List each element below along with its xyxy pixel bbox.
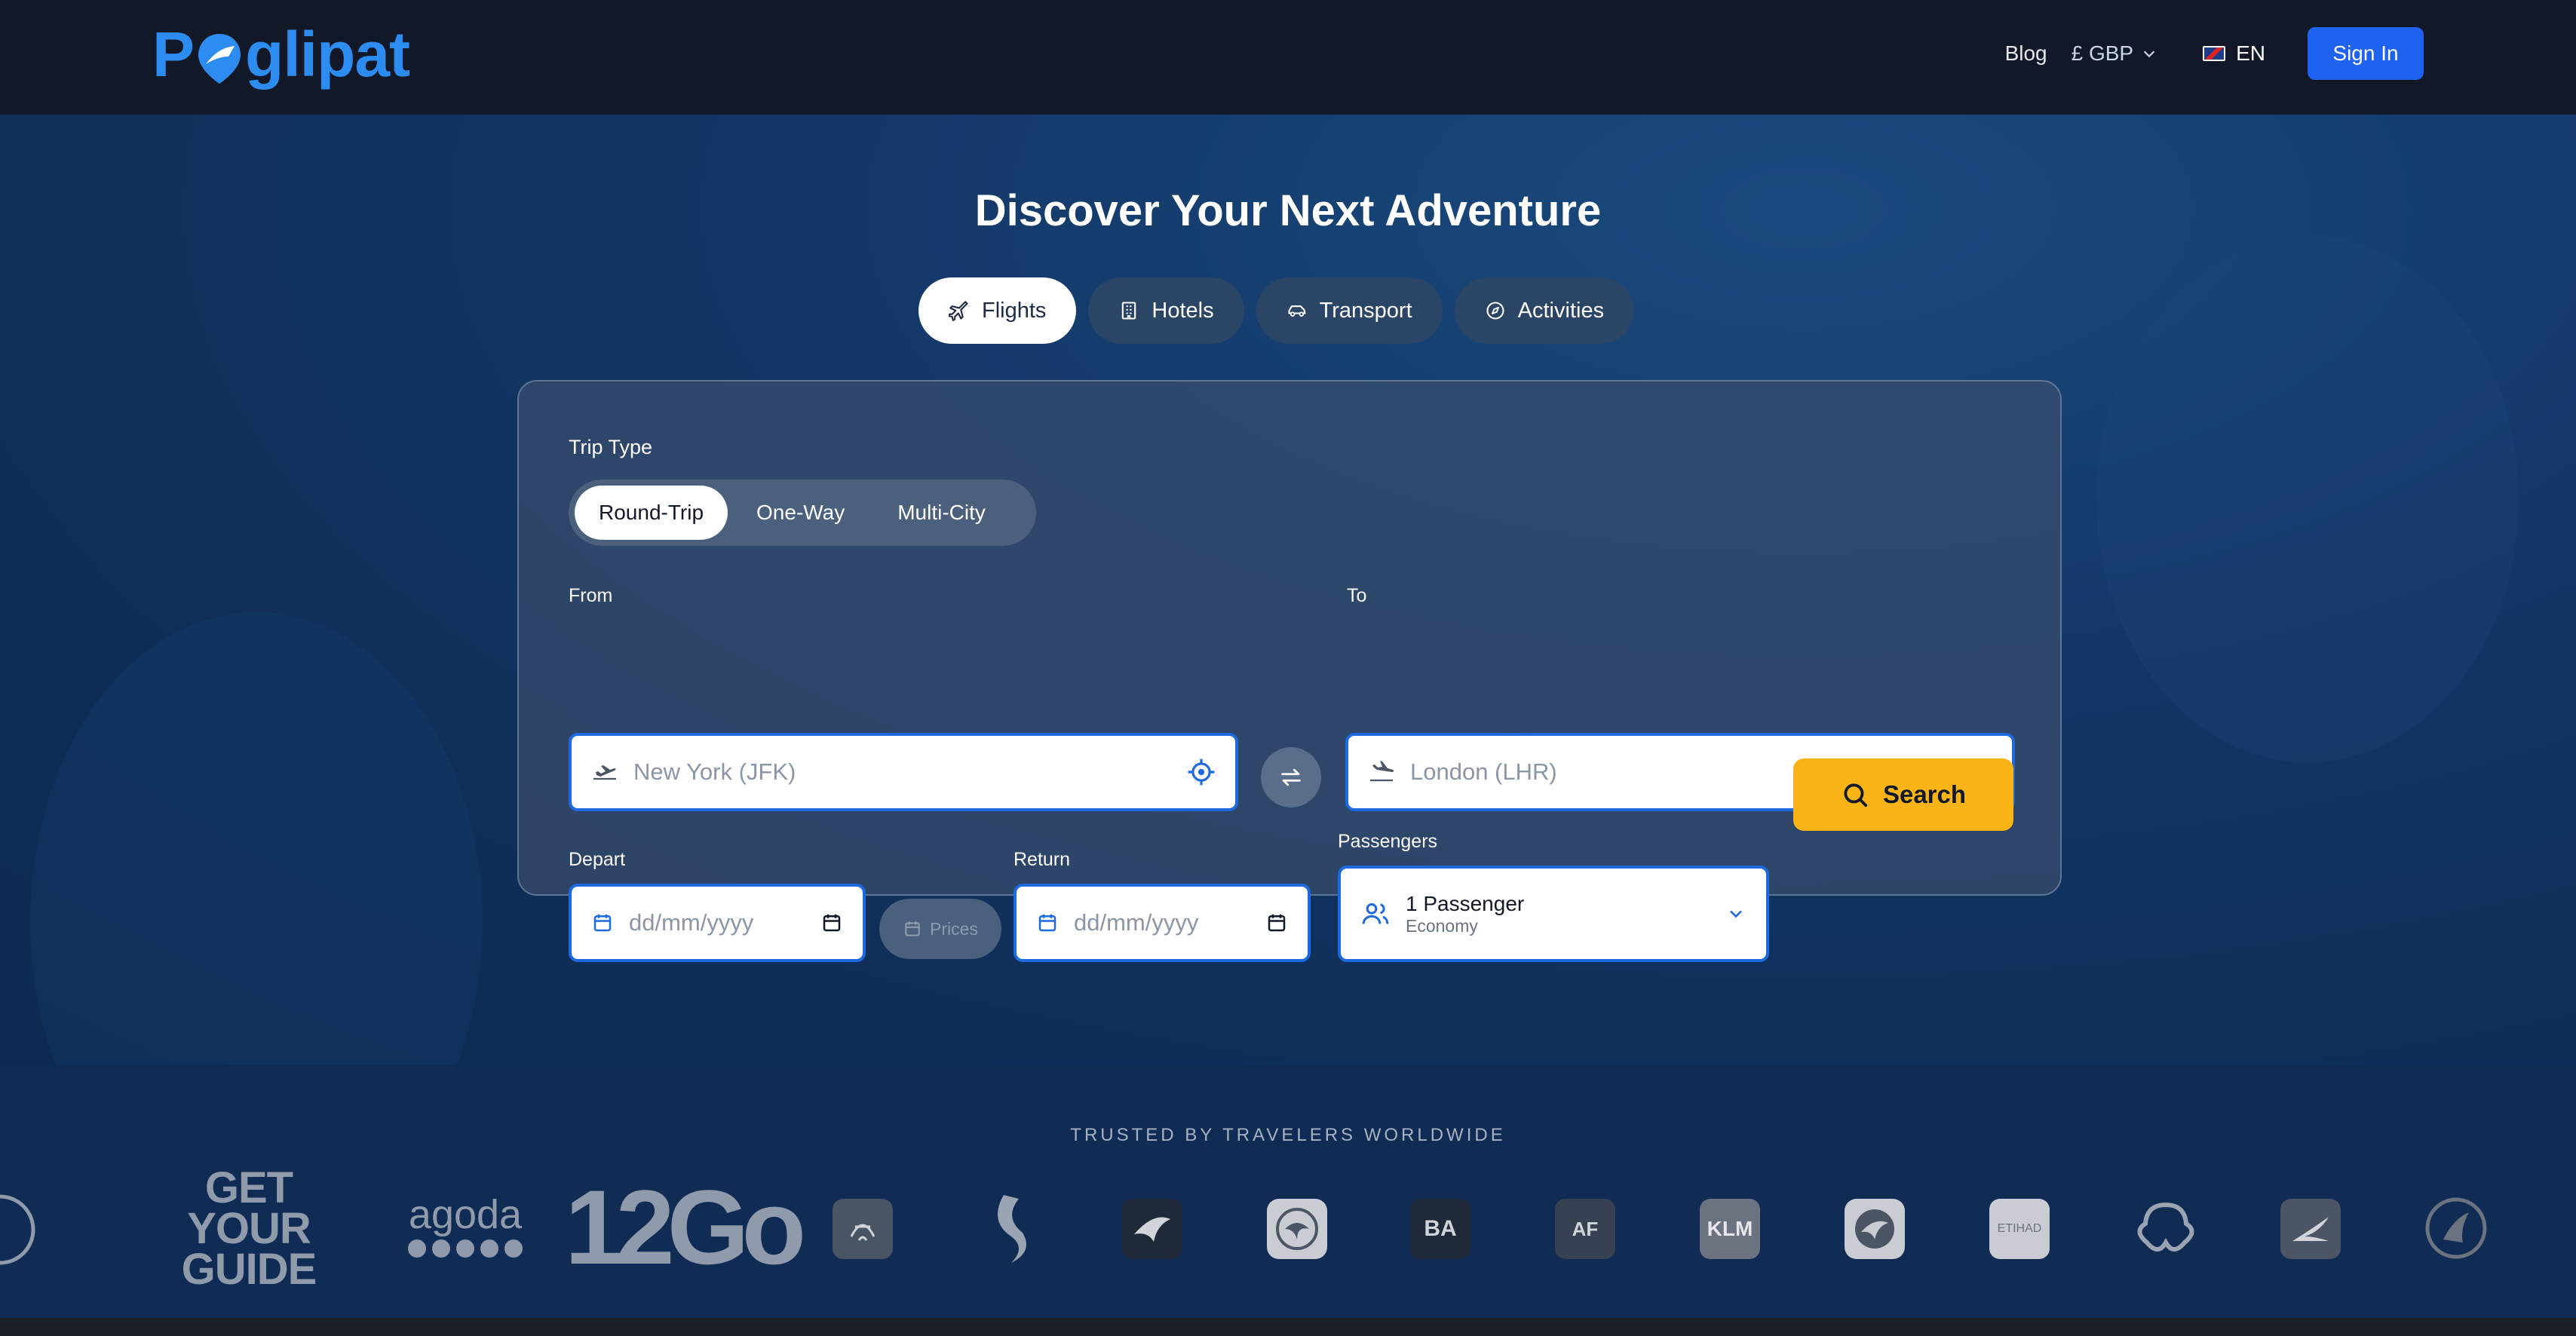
from-placeholder: New York (JFK)	[633, 758, 796, 785]
passenger-count: 1 Passenger	[1406, 891, 1525, 915]
currency-label: £ GBP	[2071, 41, 2134, 65]
partner-logo-air-france: AF	[1555, 1199, 1615, 1259]
sign-in-button[interactable]: Sign In	[2308, 27, 2424, 80]
trip-type-multi-city[interactable]: Multi-City	[873, 486, 1010, 540]
date-picker-icon[interactable]	[1265, 912, 1288, 934]
top-header: P glipat Blog £ GBP EN Sign In	[0, 0, 2576, 115]
tab-transport[interactable]: Transport	[1256, 277, 1443, 344]
calendar-icon	[905, 921, 920, 936]
page-title: Discover Your Next Adventure	[974, 186, 1602, 235]
car-icon	[1288, 305, 1306, 317]
to-label: To	[1347, 585, 1367, 606]
swap-arrows-icon	[1281, 768, 1301, 786]
tab-label: Flights	[982, 298, 1047, 323]
partner-logo-turkish-airlines	[1845, 1199, 1905, 1259]
partner-logo-12go: 12Go	[564, 1168, 806, 1286]
prices-label: Prices	[930, 918, 978, 939]
uk-flag-icon	[2203, 46, 2226, 61]
partner-logo-singapore-airlines	[977, 1191, 1038, 1267]
chevron-down-icon	[2143, 51, 2155, 58]
header-nav: Blog £ GBP EN Sign In	[2005, 27, 2424, 80]
decorative-shape	[30, 612, 483, 1065]
depart-placeholder: dd/mm/yyyy	[629, 909, 754, 936]
depart-label: Depart	[569, 849, 626, 870]
cabin-class: Economy	[1406, 916, 1478, 936]
partner-logo-klm: KLM	[1700, 1199, 1760, 1259]
service-tabs: Flights Hotels Transport Activities	[918, 277, 1635, 344]
calendar-icon	[593, 914, 612, 932]
tab-label: Hotels	[1152, 298, 1214, 323]
logo-pin-icon	[195, 27, 244, 84]
partner-logo-airline	[2422, 1194, 2490, 1262]
partner-logo-emirates	[833, 1199, 893, 1259]
partners-section: TRUSTED BY TRAVELERS WORLDWIDE GET YOUR …	[0, 1065, 2576, 1318]
tab-flights[interactable]: Flights	[918, 277, 1077, 344]
tab-hotels[interactable]: Hotels	[1088, 277, 1244, 344]
partner-logo-agoda: agoda	[401, 1184, 529, 1267]
date-picker-icon[interactable]	[820, 912, 843, 934]
users-icon	[1362, 903, 1389, 924]
search-button[interactable]: Search	[1793, 758, 2013, 831]
search-button-label: Search	[1882, 780, 1967, 808]
trip-type-label: Trip Type	[569, 436, 653, 458]
tab-activities[interactable]: Activities	[1454, 277, 1635, 344]
from-input[interactable]: New York (JFK)	[569, 733, 1238, 811]
partner-logo-lufthansa	[1267, 1199, 1327, 1259]
partner-logo-thai-airways	[2131, 1196, 2200, 1264]
locate-me-icon[interactable]	[1187, 758, 1216, 786]
chevron-down-icon	[1730, 910, 1742, 918]
partner-logo-qatar	[1122, 1199, 1182, 1259]
partners-title: TRUSTED BY TRAVELERS WORLDWIDE	[1070, 1125, 1506, 1145]
return-placeholder: dd/mm/yyyy	[1074, 909, 1199, 936]
tab-label: Activities	[1517, 298, 1605, 323]
bottom-edge	[0, 1318, 2576, 1336]
plane-icon	[949, 301, 968, 321]
tab-label: Transport	[1319, 298, 1412, 323]
from-label: From	[569, 585, 613, 606]
partner-logo-partial	[0, 1188, 90, 1271]
trip-type-one-way[interactable]: One-Way	[732, 486, 869, 540]
arrival-plane-icon	[1370, 761, 1394, 782]
prices-button[interactable]: Prices	[879, 899, 1001, 959]
brand-logo[interactable]: P glipat	[152, 18, 410, 90]
decorative-shape	[2096, 235, 2519, 763]
partner-logo-british-airways: BA	[1410, 1199, 1470, 1259]
passengers-label: Passengers	[1338, 831, 1438, 852]
depart-date-input[interactable]: dd/mm/yyyy	[569, 884, 866, 962]
partner-logo-cathay-pacific	[2280, 1199, 2341, 1259]
compass-icon	[1486, 302, 1504, 320]
currency-selector[interactable]: £ GBP	[2072, 41, 2157, 66]
passengers-summary: 1 Passenger Economy	[1406, 891, 1710, 937]
return-label: Return	[1014, 849, 1071, 870]
calendar-icon	[1038, 914, 1056, 932]
partner-logo-getyourguide: GET YOUR GUIDE	[181, 1163, 317, 1294]
hero-section: Discover Your Next Adventure Flights Hot…	[0, 115, 2576, 1065]
building-icon	[1122, 302, 1136, 320]
partner-logo-etihad: ETIHAD	[1989, 1199, 2050, 1259]
return-date-input[interactable]: dd/mm/yyyy	[1014, 884, 1311, 962]
blog-link[interactable]: Blog	[2005, 41, 2047, 66]
swap-locations-button[interactable]	[1261, 747, 1321, 807]
flight-search-form: Trip Type Round-Trip One-Way Multi-City …	[517, 380, 2062, 962]
departure-plane-icon	[593, 765, 616, 780]
language-label: EN	[2236, 41, 2265, 65]
passengers-selector[interactable]: 1 Passenger Economy	[1338, 866, 1769, 962]
language-selector[interactable]: EN	[2203, 41, 2265, 66]
partner-logos: GET YOUR GUIDE agoda 12Go BA AF KLM ETIH…	[0, 1161, 2576, 1297]
trip-type-round-trip[interactable]: Round-Trip	[575, 486, 728, 540]
trip-type-toggle: Round-Trip One-Way Multi-City	[569, 480, 1036, 546]
search-icon	[1844, 783, 1868, 807]
